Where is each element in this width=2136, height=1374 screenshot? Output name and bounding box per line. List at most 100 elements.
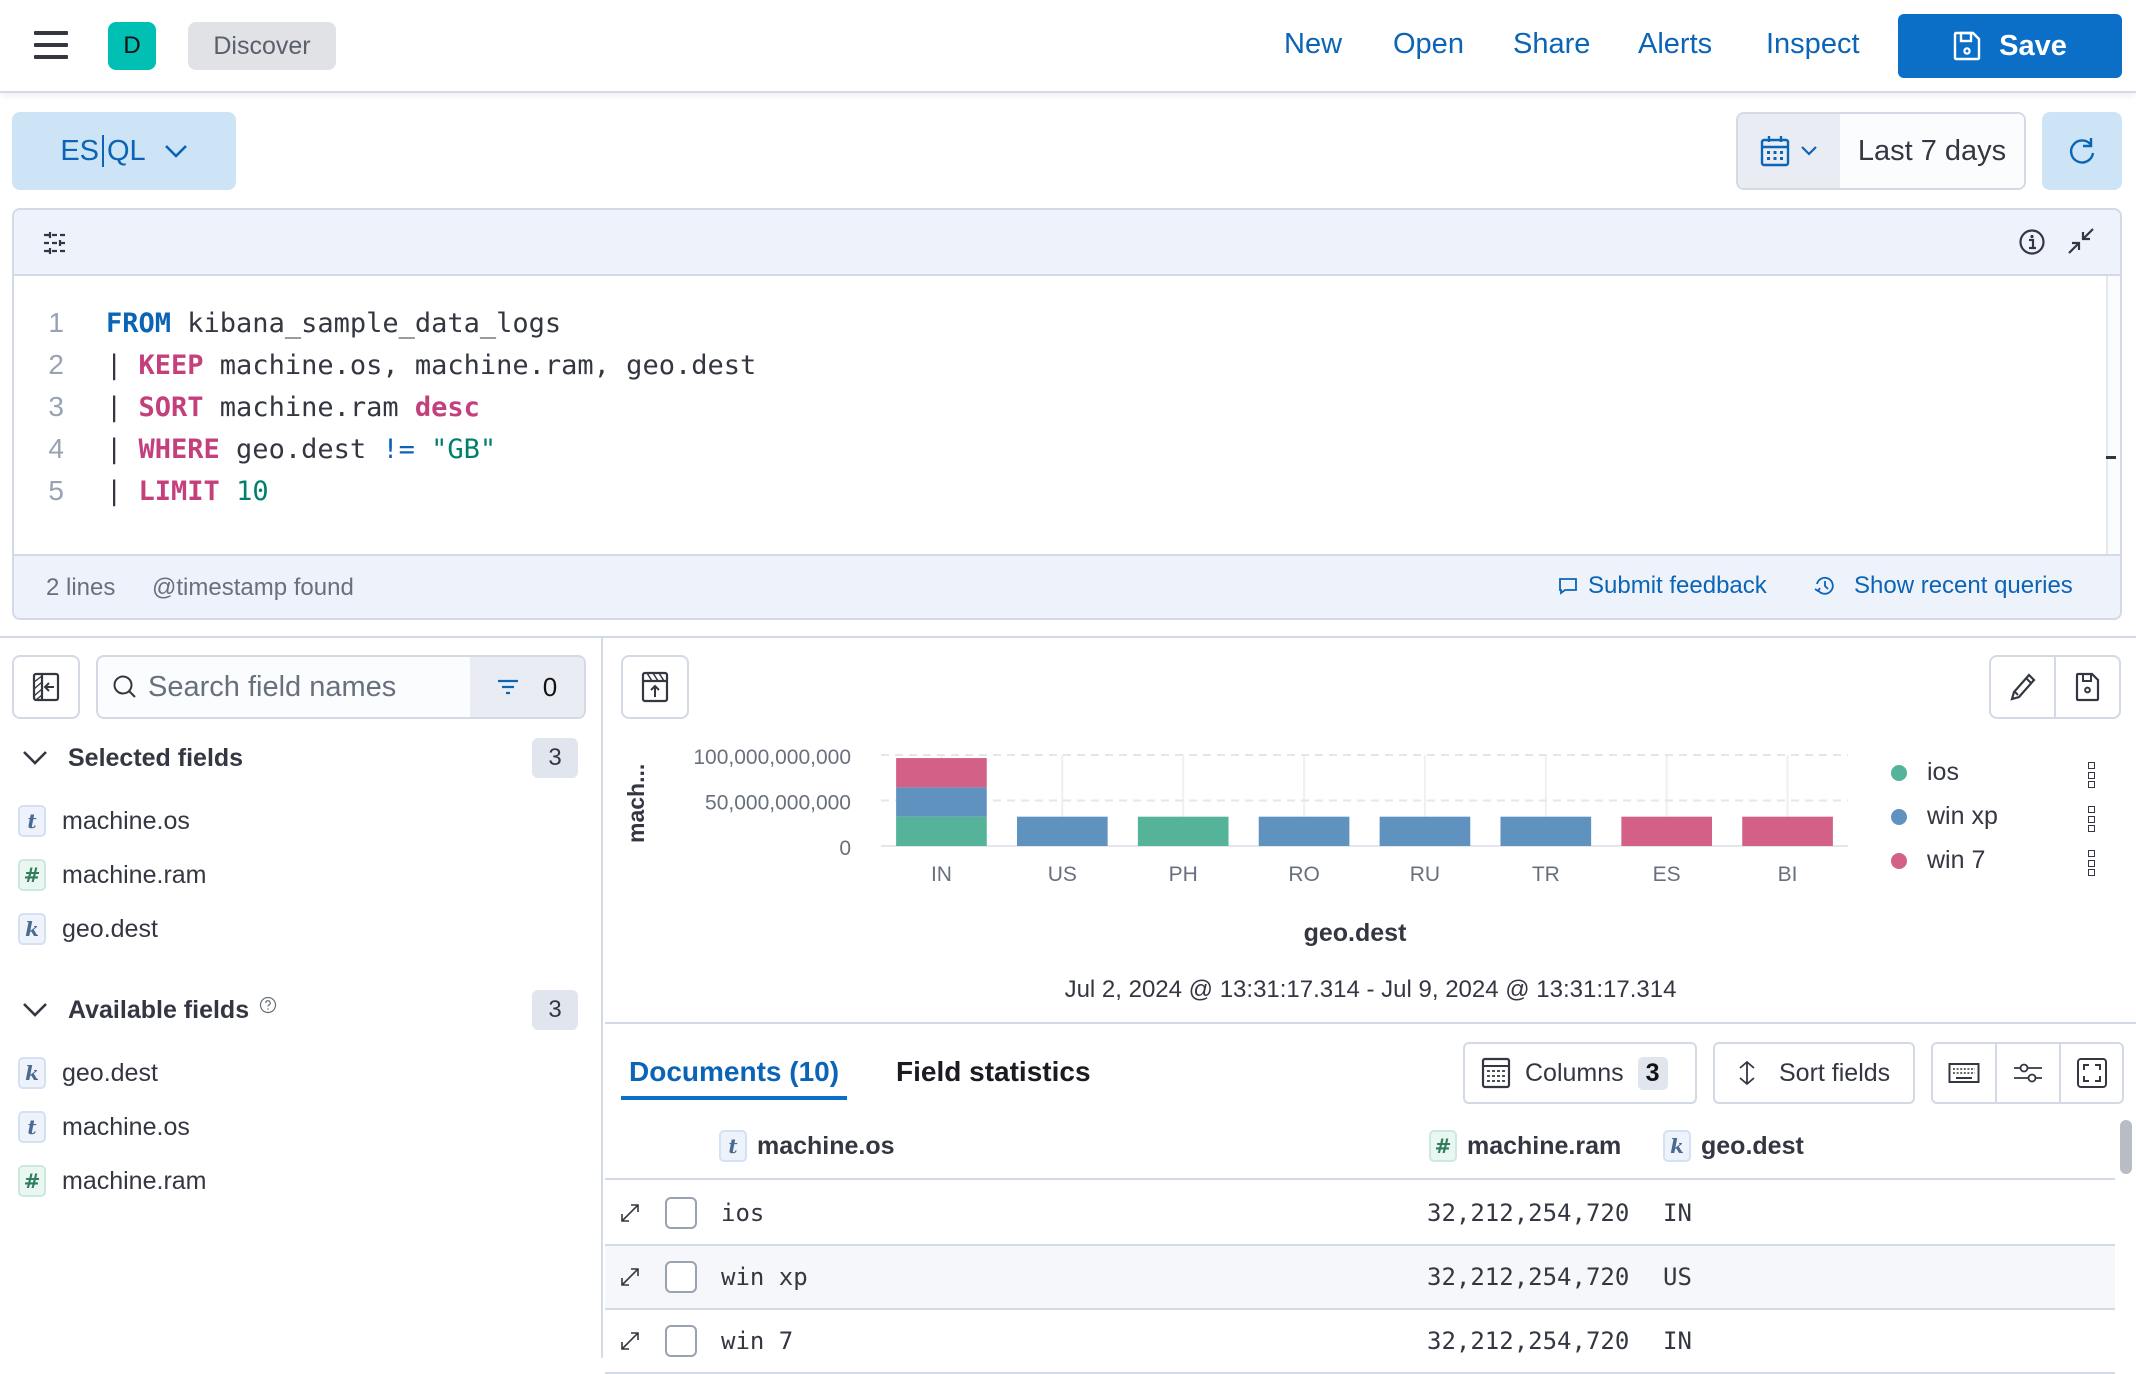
code-text: | WHERE geo.dest != "GB" [106, 434, 496, 465]
available-fields-section[interactable]: Available fields 3 [20, 988, 580, 1032]
field-item[interactable]: t machine.os [18, 1107, 190, 1147]
field-search-input[interactable]: Search field names [98, 657, 470, 717]
breadcrumb-discover[interactable]: Discover [188, 22, 336, 70]
code-line[interactable]: 1 FROM kibana_sample_data_logs [14, 302, 2120, 344]
tab-field-statistics[interactable]: Field statistics [896, 1056, 1091, 1088]
field-item[interactable]: k geo.dest [18, 909, 158, 949]
recent-queries-link[interactable]: Show recent queries [1814, 572, 2073, 600]
columns-button[interactable]: Columns 3 [1463, 1042, 1697, 1104]
calendar-icon [1760, 136, 1790, 167]
table-row: ios 32,212,254,720 IN [605, 1182, 2115, 1246]
expand-row-button[interactable] [619, 1246, 641, 1308]
legend-item[interactable]: ios [1891, 758, 1959, 787]
timestamp-status: @timestamp found [152, 574, 354, 601]
grid-scrollbar[interactable] [2120, 1120, 2132, 1174]
sort-fields-button[interactable]: Sort fields [1713, 1042, 1915, 1104]
code-line[interactable]: 5 | LIMIT 10 [14, 470, 2120, 512]
field-item[interactable]: # machine.ram [18, 855, 207, 895]
refresh-button[interactable] [2042, 112, 2122, 190]
bar-in-ios [896, 816, 987, 846]
cursor-marker [2106, 456, 2116, 459]
number-type-icon: # [1429, 1130, 1457, 1162]
date-range-label[interactable]: Last 7 days [1840, 114, 2024, 188]
checkbox[interactable] [665, 1325, 697, 1357]
display-settings-button[interactable] [1997, 1044, 2061, 1102]
cell-machine-ram: 32,212,254,720 [1427, 1199, 1630, 1227]
new-link[interactable]: New [1284, 28, 1342, 61]
expand-icon [621, 1204, 639, 1222]
checkbox[interactable] [665, 1197, 697, 1229]
help-icon[interactable] [259, 996, 277, 1014]
space-avatar[interactable]: D [108, 22, 156, 70]
chevron-down-icon [23, 751, 47, 765]
share-link[interactable]: Share [1513, 28, 1590, 61]
inspect-link[interactable]: Inspect [1766, 28, 1860, 61]
tab-documents[interactable]: Documents (10) [620, 1056, 848, 1100]
row-checkbox[interactable] [665, 1246, 697, 1308]
legend-item[interactable]: win 7 [1891, 846, 1985, 875]
expand-icon [621, 1268, 639, 1286]
editor-scrollbar[interactable] [2106, 276, 2120, 555]
info-icon[interactable] [2018, 228, 2046, 256]
column-header-geo-dest[interactable]: k geo.dest [1663, 1130, 1804, 1162]
legend-actions-icon[interactable] [2088, 762, 2096, 788]
field-filter-button[interactable]: 0 [470, 657, 584, 717]
x-tick-label: US [1048, 863, 1077, 886]
legend-actions-icon[interactable] [2088, 806, 2096, 832]
code-line[interactable]: 4 | WHERE geo.dest != "GB" [14, 428, 2120, 470]
field-search[interactable]: Search field names 0 [96, 655, 586, 719]
field-name: machine.os [62, 806, 190, 835]
save-button[interactable]: Save [1898, 14, 2122, 78]
field-item[interactable]: k geo.dest [18, 1053, 158, 1093]
x-tick-label: RO [1288, 863, 1320, 886]
selected-fields-section[interactable]: Selected fields 3 [20, 736, 580, 780]
field-item[interactable]: t machine.os [18, 801, 190, 841]
legend-item[interactable]: win xp [1891, 802, 1998, 831]
code-token: | [106, 475, 139, 507]
language-selector[interactable]: ES QL [12, 112, 236, 190]
field-name: geo.dest [62, 914, 158, 943]
code-token: | [106, 433, 139, 465]
open-link[interactable]: Open [1393, 28, 1464, 61]
row-checkbox[interactable] [665, 1310, 697, 1372]
keyboard-shortcuts-button[interactable] [1933, 1044, 1997, 1102]
filter-count: 0 [542, 671, 558, 702]
code-line[interactable]: 2 | KEEP machine.os, machine.ram, geo.des… [14, 344, 2120, 386]
line-number: 4 [48, 433, 64, 464]
date-picker[interactable]: Last 7 days [1736, 112, 2026, 190]
code-text: | KEEP machine.os, machine.ram, geo.dest [106, 350, 756, 381]
text-type-icon: t [18, 805, 46, 837]
column-header-machine-os[interactable]: t machine.os [719, 1130, 895, 1162]
column-header-machine-ram[interactable]: # machine.ram [1429, 1130, 1621, 1162]
filter-icon [497, 679, 518, 695]
bar-es-win-7 [1621, 816, 1713, 846]
code-token: WHERE [138, 433, 220, 465]
tabs-divider [605, 1022, 2136, 1024]
top-header: D Discover New Open Share Alerts Inspect… [0, 0, 2136, 93]
expand-row-button[interactable] [619, 1310, 641, 1372]
fullscreen-icon [2076, 1058, 2107, 1088]
code-area[interactable]: 1 FROM kibana_sample_data_logs 2 | KEEP mac… [14, 276, 2120, 555]
selected-count-badge: 3 [532, 738, 578, 778]
expand-row-button[interactable] [619, 1182, 641, 1244]
menu-icon[interactable] [34, 31, 68, 59]
bar-in-win-xp [896, 787, 987, 817]
alerts-link[interactable]: Alerts [1638, 28, 1712, 61]
submit-feedback-link[interactable]: Submit feedback [1558, 572, 1767, 600]
code-text: | LIMIT 10 [106, 476, 269, 507]
number-type-icon: # [18, 1165, 46, 1197]
minimize-icon[interactable] [2066, 226, 2096, 256]
editor-settings-icon[interactable] [42, 230, 68, 256]
line-number: 3 [48, 391, 64, 422]
code-line[interactable]: 3 | SORT machine.ram desc [14, 386, 2120, 428]
collapse-sidebar-button[interactable] [12, 655, 80, 719]
legend-actions-icon[interactable] [2088, 850, 2096, 876]
line-number: 5 [48, 475, 64, 506]
checkbox[interactable] [665, 1261, 697, 1293]
quick-menu-button[interactable] [1738, 114, 1840, 188]
row-checkbox[interactable] [665, 1182, 697, 1244]
fullscreen-button[interactable] [2061, 1044, 2122, 1102]
code-token: != [382, 433, 415, 465]
chevron-down-icon [23, 1003, 47, 1017]
field-item[interactable]: # machine.ram [18, 1161, 207, 1201]
